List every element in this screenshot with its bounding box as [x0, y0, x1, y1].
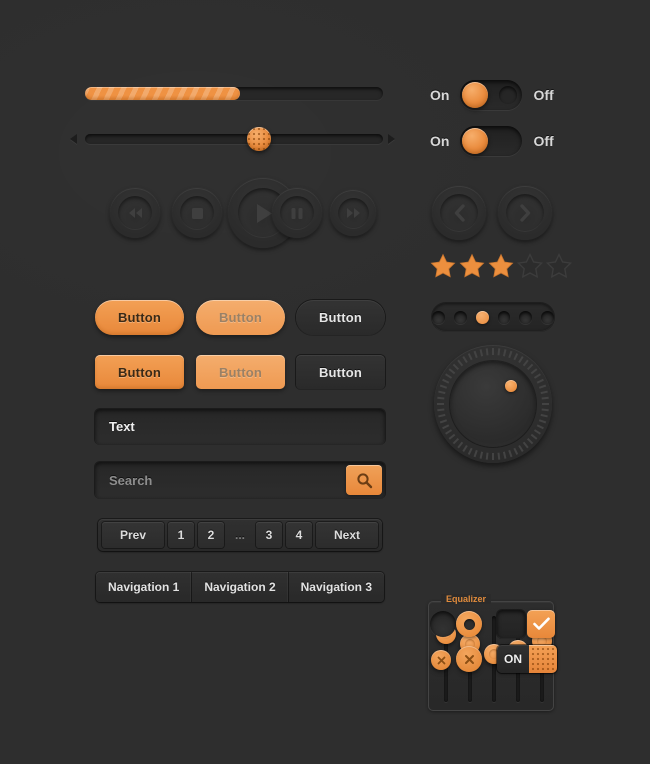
star-filled-icon[interactable]	[430, 253, 456, 279]
nav-item-2[interactable]: Navigation 2	[192, 572, 289, 602]
rotary-knob[interactable]	[434, 345, 552, 463]
speaker-low-icon	[70, 134, 77, 144]
stop-button[interactable]	[172, 188, 222, 238]
radio-unchecked[interactable]	[430, 611, 456, 637]
chevron-right-icon	[519, 204, 530, 222]
star-empty-icon[interactable]	[517, 253, 543, 279]
pagination[interactable]: Prev 1 2... 3 4 Next	[98, 519, 382, 551]
button-square-dark[interactable]: Button	[296, 355, 385, 389]
button-rounded-primary[interactable]: Button	[95, 300, 184, 335]
volume-slider-handle[interactable]	[246, 127, 271, 151]
volume-slider[interactable]	[85, 134, 383, 144]
toggle-1-knob[interactable]	[462, 82, 489, 108]
star-empty-icon[interactable]	[546, 253, 572, 279]
equalizer-legend: Equalizer	[441, 594, 492, 604]
checkbox-checked[interactable]	[527, 610, 555, 638]
close-button-small[interactable]	[431, 650, 451, 670]
progress-bar[interactable]	[85, 87, 383, 100]
toggle-1-on-label: On	[430, 87, 450, 103]
rewind-button[interactable]	[110, 188, 160, 238]
pagination-prev[interactable]: Prev	[102, 522, 164, 548]
button-label: Button	[117, 310, 162, 325]
pause-button[interactable]	[272, 188, 322, 238]
text-input-value: Text	[109, 419, 135, 434]
pagination-page-1[interactable]: 1	[168, 522, 194, 548]
toggle-2-track[interactable]	[460, 126, 523, 156]
dot[interactable]	[497, 310, 511, 324]
dot-pager[interactable]	[432, 303, 554, 331]
button-label: Button	[318, 310, 363, 325]
button-square-primary[interactable]: Button	[95, 355, 184, 389]
toggle-1-track[interactable]	[460, 80, 523, 110]
rewind-icon	[128, 208, 142, 218]
dial-indicator	[505, 379, 518, 392]
toggle-1-off-label: Off	[533, 87, 554, 103]
play-icon	[256, 203, 272, 223]
search-input[interactable]: Search	[95, 462, 385, 498]
forward-button[interactable]	[330, 190, 376, 236]
dot[interactable]	[541, 310, 554, 324]
nav-item-1[interactable]: Navigation 1	[96, 572, 193, 602]
button-rounded-disabled[interactable]: Button	[196, 300, 285, 335]
stop-icon	[191, 207, 203, 219]
forward-icon	[346, 208, 360, 218]
ui-kit-canvas: On Off On Off Button Button Button Butto…	[0, 0, 650, 764]
close-icon	[464, 654, 474, 664]
toggle-2-knob[interactable]	[462, 128, 489, 154]
radio-checked[interactable]	[456, 611, 482, 637]
button-label: Button	[218, 364, 263, 380]
search-button[interactable]	[346, 465, 382, 495]
on-toggle-label: ON	[504, 652, 522, 666]
toggle-switch-1[interactable]: On Off	[430, 80, 554, 110]
prev-arrow-button[interactable]	[432, 186, 486, 240]
dial-face[interactable]	[450, 361, 536, 447]
search-input-placeholder: Search	[109, 472, 153, 488]
check-icon	[532, 617, 550, 630]
star-filled-icon[interactable]	[488, 253, 514, 279]
close-button-large[interactable]	[456, 646, 482, 672]
progress-bar-fill	[85, 87, 240, 100]
chevron-left-icon	[454, 204, 465, 222]
star-rating[interactable]	[430, 253, 572, 279]
star-filled-icon[interactable]	[459, 253, 485, 279]
dot[interactable]	[519, 310, 533, 324]
pagination-page-2[interactable]: 2	[198, 522, 224, 548]
button-label: Button	[318, 364, 363, 380]
toggle-1-socket	[499, 86, 518, 104]
navigation-bar[interactable]: Navigation 1 Navigation 2 Navigation 3	[96, 572, 384, 602]
text-input[interactable]: Text	[95, 409, 385, 444]
on-toggle-handle[interactable]	[529, 645, 557, 673]
toggle-2-on-label: On	[430, 133, 450, 149]
grip-texture	[529, 645, 557, 673]
grip-texture	[246, 127, 271, 151]
button-square-disabled[interactable]: Button	[196, 355, 285, 389]
button-rounded-dark[interactable]: Button	[296, 300, 385, 335]
pause-icon	[291, 207, 303, 219]
dot-active[interactable]	[475, 310, 489, 324]
toggle-2-off-label: Off	[533, 133, 554, 149]
dot[interactable]	[453, 310, 467, 324]
speaker-high-icon	[388, 134, 395, 144]
dot[interactable]	[432, 310, 445, 324]
toggle-switch-2[interactable]: On Off	[430, 126, 554, 156]
button-label: Button	[117, 364, 162, 380]
pagination-page-4[interactable]: 4	[286, 522, 312, 548]
nav-item-3[interactable]: Navigation 3	[289, 572, 384, 602]
close-icon	[437, 656, 445, 664]
on-toggle[interactable]: ON	[497, 645, 557, 673]
pagination-ellipsis[interactable]: ...	[228, 522, 252, 548]
pagination-next[interactable]: Next	[316, 522, 378, 548]
checkbox-unchecked[interactable]	[497, 610, 525, 638]
next-arrow-button[interactable]	[498, 186, 552, 240]
search-icon	[356, 472, 372, 488]
pagination-page-3[interactable]: 3	[256, 522, 282, 548]
button-label: Button	[218, 310, 263, 325]
